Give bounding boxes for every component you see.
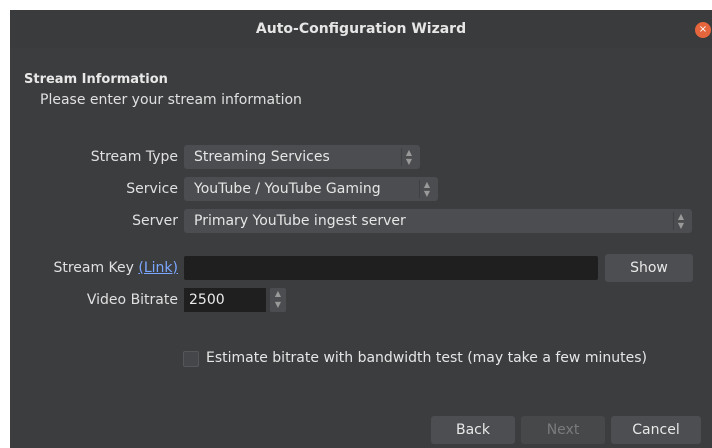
service-label: Service (126, 181, 178, 197)
service-select[interactable]: YouTube / YouTube Gaming ▲ ▼ (184, 177, 438, 201)
stream-key-link[interactable]: (Link) (138, 260, 178, 276)
video-bitrate-input[interactable]: 2500 (184, 288, 266, 312)
wizard-window: Auto-Configuration Wizard × Stream Infor… (10, 10, 712, 448)
close-icon[interactable]: × (695, 22, 711, 38)
section-subtitle: Please enter your stream information (40, 92, 302, 108)
back-button[interactable]: Back (431, 416, 515, 444)
stream-type-value: Streaming Services (194, 149, 330, 165)
stream-key-label-row: Stream Key (Link) (10, 256, 178, 280)
stepper-down-icon[interactable]: ▼ (275, 300, 281, 309)
video-bitrate-label: Video Bitrate (86, 292, 178, 308)
updown-arrows-icon: ▲ ▼ (673, 212, 688, 230)
service-value: YouTube / YouTube Gaming (194, 181, 381, 197)
cancel-button[interactable]: Cancel (611, 416, 701, 444)
stream-key-input[interactable] (184, 256, 598, 280)
server-label: Server (132, 213, 178, 229)
stream-key-label: Stream Key (53, 260, 134, 276)
estimate-bitrate-label: Estimate bitrate with bandwidth test (ma… (206, 350, 647, 366)
updown-arrows-icon: ▲ ▼ (401, 148, 416, 166)
window-title: Auto-Configuration Wizard (255, 21, 467, 37)
stream-type-select[interactable]: Streaming Services ▲ ▼ (184, 145, 420, 169)
server-value: Primary YouTube ingest server (194, 213, 406, 229)
stream-type-label: Stream Type (90, 149, 178, 165)
title-bar: Auto-Configuration Wizard × (10, 10, 712, 48)
show-key-button[interactable]: Show (605, 254, 693, 282)
wizard-content: Stream Information Please enter your str… (10, 48, 712, 448)
video-bitrate-stepper[interactable]: ▲ ▼ (270, 288, 286, 312)
server-select[interactable]: Primary YouTube ingest server ▲ ▼ (184, 209, 692, 233)
next-button[interactable]: Next (521, 416, 605, 444)
estimate-bitrate-checkbox[interactable] (183, 351, 199, 367)
section-title: Stream Information (24, 72, 168, 87)
updown-arrows-icon: ▲ ▼ (419, 180, 434, 198)
stepper-up-icon[interactable]: ▲ (275, 289, 281, 298)
